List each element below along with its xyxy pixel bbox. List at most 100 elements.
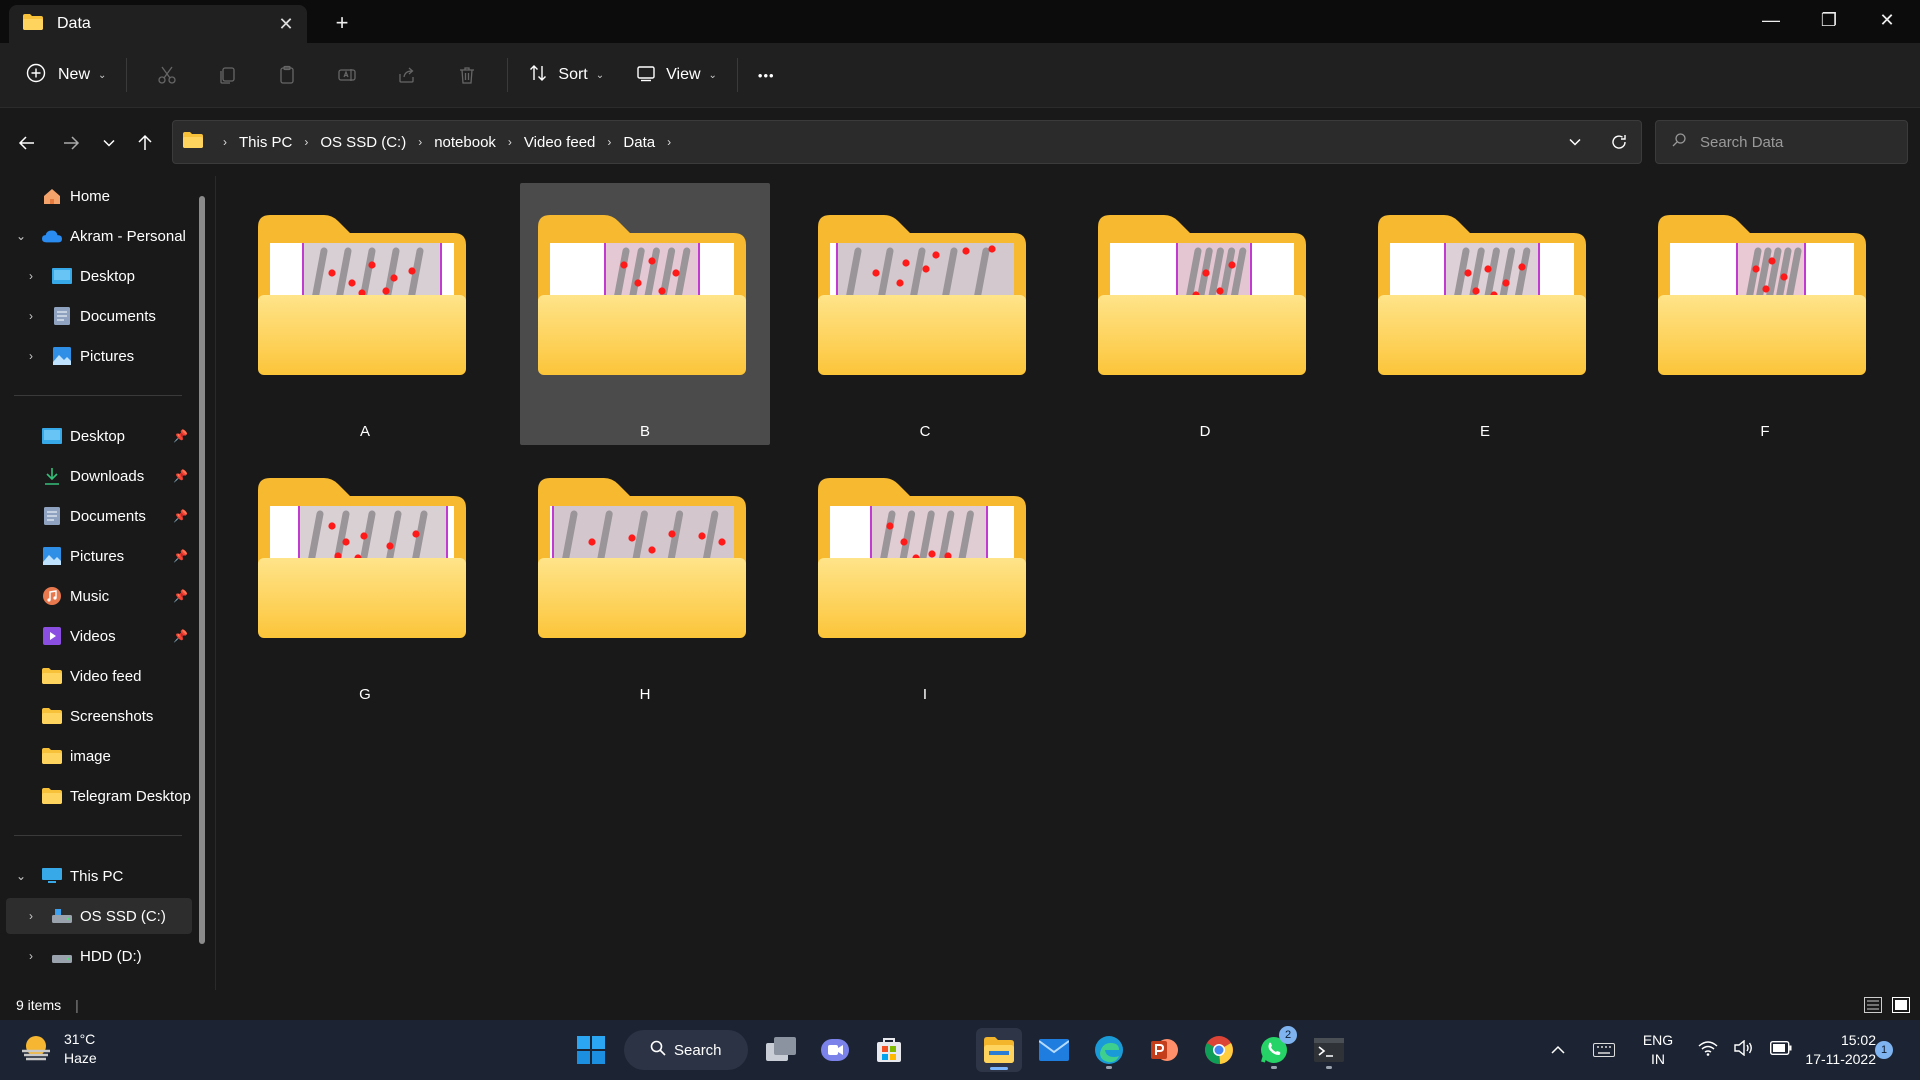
tab-data[interactable]: Data ✕ (9, 5, 307, 43)
folder-item[interactable]: E (1360, 183, 1610, 445)
folder-item[interactable]: B (520, 183, 770, 445)
new-button[interactable]: New ⌄ (16, 55, 116, 95)
rename-icon[interactable] (317, 55, 377, 95)
paste-icon[interactable] (257, 55, 317, 95)
file-explorer-taskbar-icon[interactable] (976, 1028, 1022, 1072)
show-hidden-icons-chevron-icon[interactable] (1536, 1028, 1580, 1072)
sidebar-item-hdd[interactable]: › HDD (D:) (0, 938, 200, 974)
sidebar-item-quick-pictures[interactable]: Pictures 📌 (0, 538, 200, 574)
quick-settings-button[interactable] (1690, 1028, 1800, 1072)
chevron-right-icon[interactable]: › (24, 949, 38, 963)
mail-icon[interactable] (1031, 1028, 1077, 1072)
pin-icon[interactable]: 📌 (173, 429, 188, 443)
chevron-down-icon[interactable]: ⌄ (14, 869, 28, 883)
folder-item[interactable]: A (240, 183, 490, 445)
breadcrumb-data[interactable]: Data (623, 134, 655, 151)
more-options-button[interactable]: ••• (748, 55, 785, 95)
minimize-button[interactable]: — (1742, 0, 1800, 40)
details-view-icon[interactable] (1862, 995, 1884, 1015)
recent-locations-chevron-icon[interactable] (92, 126, 126, 160)
terminal-icon[interactable] (1306, 1028, 1352, 1072)
edge-browser-icon[interactable] (1086, 1028, 1132, 1072)
maximize-button[interactable]: ❐ (1800, 0, 1858, 40)
breadcrumb-chevron-icon[interactable]: › (223, 135, 227, 149)
back-arrow-icon[interactable] (10, 126, 44, 160)
up-arrow-icon[interactable] (128, 126, 162, 160)
sidebar-item-downloads[interactable]: Downloads 📌 (0, 458, 200, 494)
folder-item[interactable]: C (800, 183, 1050, 445)
chrome-browser-icon[interactable] (1196, 1028, 1242, 1072)
share-icon[interactable] (377, 55, 437, 95)
close-tab-icon[interactable]: ✕ (271, 9, 301, 39)
view-button[interactable]: View ⌄ (626, 55, 727, 95)
keyboard-icon[interactable] (1582, 1028, 1626, 1072)
sidebar-item-quick-documents[interactable]: Documents 📌 (0, 498, 200, 534)
refresh-icon[interactable] (1597, 133, 1641, 151)
address-history-chevron-icon[interactable] (1553, 135, 1597, 149)
chevron-right-icon[interactable]: › (24, 349, 38, 363)
chevron-down-icon[interactable]: ⌄ (14, 229, 28, 243)
microsoft-store-icon[interactable] (866, 1028, 912, 1072)
breadcrumb-chevron-icon[interactable]: › (667, 135, 671, 149)
folder-item[interactable]: H (520, 446, 770, 708)
copy-icon[interactable] (197, 55, 257, 95)
sidebar-item-os-ssd[interactable]: › OS SSD (C:) (6, 898, 192, 934)
sidebar-item-this-pc[interactable]: ⌄ This PC (0, 858, 200, 894)
sidebar-item-image[interactable]: image (0, 738, 200, 774)
sidebar-item-telegram-desktop[interactable]: Telegram Desktop (0, 778, 200, 814)
breadcrumb-os-ssd[interactable]: OS SSD (C:) (320, 134, 406, 151)
delete-icon[interactable] (437, 55, 497, 95)
chevron-right-icon[interactable]: › (24, 309, 38, 323)
powerpoint-icon[interactable] (1141, 1028, 1187, 1072)
weather-widget[interactable]: 31°C Haze (20, 1030, 97, 1068)
folder-item[interactable]: I (800, 446, 1050, 708)
breadcrumb-chevron-icon[interactable]: › (607, 135, 611, 149)
sidebar-item-onedrive[interactable]: ⌄ Akram - Personal (0, 218, 200, 254)
pin-icon[interactable]: 📌 (173, 469, 188, 483)
pin-icon[interactable]: 📌 (173, 509, 188, 523)
forward-arrow-icon[interactable] (54, 126, 88, 160)
sidebar-scrollbar[interactable] (199, 196, 205, 944)
pin-icon[interactable]: 📌 (173, 629, 188, 643)
folder-item[interactable]: F (1640, 183, 1890, 445)
chevron-right-icon[interactable]: › (24, 269, 38, 283)
cut-icon[interactable] (137, 55, 197, 95)
folder-thumbnail-icon (258, 476, 466, 638)
chevron-right-icon[interactable]: › (24, 909, 38, 923)
folder-item[interactable]: D (1080, 183, 1330, 445)
folder-item[interactable]: G (240, 446, 490, 708)
sidebar-item-quick-desktop[interactable]: Desktop 📌 (0, 418, 200, 454)
sidebar-item-od-desktop[interactable]: › Desktop (0, 258, 200, 294)
breadcrumb-this-pc[interactable]: This PC (239, 134, 292, 151)
breadcrumb-chevron-icon[interactable]: › (418, 135, 422, 149)
whatsapp-icon[interactable]: 2 (1251, 1026, 1297, 1072)
close-window-button[interactable]: ✕ (1858, 0, 1916, 40)
breadcrumb-chevron-icon[interactable]: › (508, 135, 512, 149)
toolbar-divider (507, 58, 509, 92)
teams-chat-icon[interactable] (812, 1028, 858, 1072)
notification-count-badge[interactable]: 1 (1875, 1041, 1893, 1059)
sidebar-item-screenshots[interactable]: Screenshots (0, 698, 200, 734)
input-language-indicator[interactable]: ENG IN (1633, 1031, 1683, 1069)
breadcrumb-notebook[interactable]: notebook (434, 134, 496, 151)
breadcrumb-chevron-icon[interactable]: › (304, 135, 308, 149)
address-bar[interactable]: › This PC › OS SSD (C:) › notebook › Vid… (172, 120, 1642, 164)
start-button[interactable] (568, 1028, 614, 1072)
sidebar-item-home[interactable]: Home (0, 178, 200, 214)
sidebar-item-od-pictures[interactable]: › Pictures (0, 338, 200, 374)
large-icons-view-icon[interactable] (1890, 995, 1912, 1015)
search-input[interactable]: Search Data (1655, 120, 1908, 164)
sidebar-item-videos[interactable]: Videos 📌 (0, 618, 200, 654)
sidebar-item-od-documents[interactable]: › Documents (0, 298, 200, 334)
pin-icon[interactable]: 📌 (173, 549, 188, 563)
sidebar-item-video-feed[interactable]: Video feed (0, 658, 200, 694)
breadcrumb-video-feed[interactable]: Video feed (524, 134, 595, 151)
pin-icon[interactable]: 📌 (173, 589, 188, 603)
new-tab-button[interactable]: + (326, 9, 358, 37)
clock[interactable]: 15:02 17-11-2022 (1790, 1031, 1876, 1069)
task-view-icon[interactable] (758, 1028, 804, 1072)
sidebar-item-music[interactable]: Music 📌 (0, 578, 200, 614)
sort-button[interactable]: Sort ⌄ (518, 55, 614, 95)
file-list: A B C D E F G H I (216, 176, 1920, 990)
taskbar-search-button[interactable]: Search (624, 1030, 748, 1070)
